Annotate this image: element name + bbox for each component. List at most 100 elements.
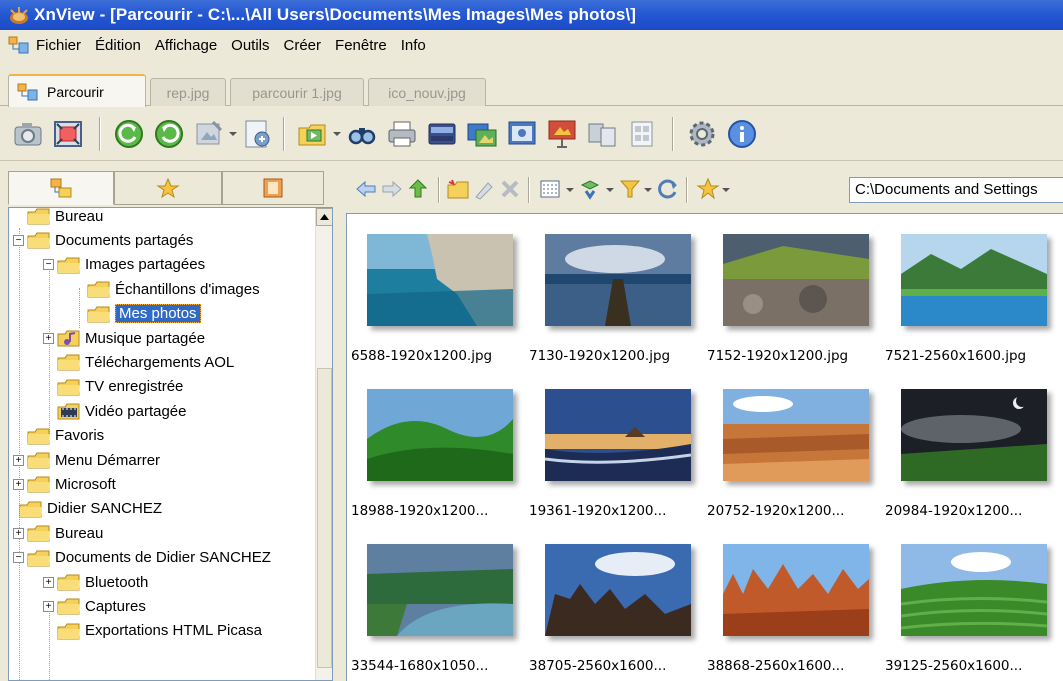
tab-parcourir[interactable]: Parcourir <box>8 74 146 107</box>
thumbnail-item[interactable]: 6588-1920x1200.jpg <box>347 214 525 369</box>
thumbnail-image[interactable] <box>723 389 869 481</box>
thumbnail-image[interactable] <box>901 389 1047 481</box>
filter-icon[interactable] <box>618 177 642 201</box>
expander-toggle-icon[interactable]: + <box>43 332 54 344</box>
tree-node[interactable]: − Images partagées <box>43 253 205 277</box>
tree-node[interactable]: Téléchargements AOL <box>43 350 234 374</box>
thumbnail-item[interactable]: 38705-2560x1600... <box>525 524 703 679</box>
fullscreen-icon[interactable] <box>52 118 84 150</box>
tree-node[interactable]: Favoris <box>13 424 104 448</box>
dropdown-arrow-icon[interactable] <box>722 186 730 194</box>
tree-node[interactable]: + Bureau <box>13 521 103 545</box>
scroll-up-button[interactable] <box>316 208 332 226</box>
tab-parcourir-1-jpg[interactable]: parcourir 1.jpg <box>230 78 364 106</box>
thumbnail-image[interactable] <box>367 544 513 636</box>
thumbnail-image[interactable] <box>367 234 513 326</box>
thumbnail-image[interactable] <box>545 234 691 326</box>
browser-window-icon[interactable] <box>8 35 30 55</box>
tree-node[interactable]: TV enregistrée <box>43 375 183 399</box>
new-folder-icon[interactable] <box>446 177 470 201</box>
refresh-icon[interactable] <box>656 177 680 201</box>
menu-creer[interactable]: Créer <box>284 37 322 54</box>
thumbnail-item[interactable]: 7521-2560x1600.jpg <box>881 214 1059 369</box>
expander-toggle-icon[interactable]: + <box>43 600 54 612</box>
pane-splitter[interactable] <box>334 207 346 681</box>
favorites-tab[interactable] <box>114 171 222 205</box>
forward-arrow-icon[interactable] <box>380 177 404 201</box>
thumbnail-item[interactable]: 39125-2560x1600... <box>881 524 1059 679</box>
address-field[interactable]: C:\Documents and Settings <box>849 177 1063 203</box>
back-arrow-icon[interactable] <box>354 177 378 201</box>
menu-fenetre[interactable]: Fenêtre <box>335 37 387 54</box>
tree-node[interactable]: Échantillons d'images <box>73 277 260 301</box>
tree-node[interactable]: + Microsoft <box>13 472 116 496</box>
slideshow-folder-icon[interactable] <box>297 118 329 150</box>
presentation-icon[interactable] <box>546 118 578 150</box>
tree-node[interactable]: Bureau <box>13 208 103 228</box>
dropdown-arrow-icon[interactable] <box>644 186 652 194</box>
menu-edition[interactable]: Édition <box>95 37 141 54</box>
tree-node[interactable]: + Captures <box>43 594 146 618</box>
capture-icon[interactable] <box>466 118 498 150</box>
expander-toggle-icon[interactable]: + <box>13 478 24 490</box>
thumbnail-image[interactable] <box>545 389 691 481</box>
edit-image-icon[interactable] <box>193 118 225 150</box>
expander-toggle-icon[interactable]: − <box>13 234 24 246</box>
tree-node[interactable]: + Bluetooth <box>43 570 148 594</box>
compare-icon[interactable] <box>586 118 618 150</box>
info-icon[interactable] <box>726 118 758 150</box>
dropdown-arrow-icon[interactable] <box>229 130 237 138</box>
tree-node[interactable]: Mes photos <box>73 302 201 326</box>
expander-toggle-icon[interactable]: − <box>43 259 54 271</box>
thumbnail-item[interactable]: 33544-1680x1050... <box>347 524 525 679</box>
menu-outils[interactable]: Outils <box>231 37 269 54</box>
thumbnail-image[interactable] <box>901 234 1047 326</box>
menu-info[interactable]: Info <box>401 37 426 54</box>
expander-toggle-icon[interactable]: + <box>43 576 54 588</box>
scroll-thumb[interactable] <box>317 368 332 668</box>
camera-icon[interactable] <box>12 118 44 150</box>
thumbnail-image[interactable] <box>723 544 869 636</box>
tree-node[interactable]: + Menu Démarrer <box>13 448 160 472</box>
expander-toggle-icon[interactable]: + <box>13 454 24 466</box>
settings-icon[interactable] <box>686 118 718 150</box>
thumbnail-image[interactable] <box>545 544 691 636</box>
delete-icon[interactable] <box>498 177 522 201</box>
thumbnail-item[interactable]: 19361-1920x1200... <box>525 369 703 524</box>
thumbnail-item[interactable]: 20752-1920x1200... <box>703 369 881 524</box>
tree-node[interactable]: − Documents partagés <box>13 228 193 252</box>
tab-ico-nouv-jpg[interactable]: ico_nouv.jpg <box>368 78 486 106</box>
tree-scrollbar[interactable] <box>315 208 332 680</box>
thumbnail-image[interactable] <box>367 389 513 481</box>
tree-node[interactable]: + Musique partagée <box>43 326 205 350</box>
thumbnail-item[interactable]: 7130-1920x1200.jpg <box>525 214 703 369</box>
rotate-left-icon[interactable] <box>113 118 145 150</box>
expander-toggle-icon[interactable]: − <box>13 552 24 564</box>
dropdown-arrow-icon[interactable] <box>606 186 614 194</box>
tree-node[interactable]: Exportations HTML Picasa <box>43 619 262 643</box>
rotate-right-icon[interactable] <box>153 118 185 150</box>
menu-affichage[interactable]: Affichage <box>155 37 217 54</box>
thumbnail-image[interactable] <box>901 544 1047 636</box>
find-icon[interactable] <box>346 118 378 150</box>
screenshot-icon[interactable] <box>506 118 538 150</box>
sort-icon[interactable] <box>578 177 602 201</box>
scanner-icon[interactable] <box>426 118 458 150</box>
thumbnail-item[interactable]: 38868-2560x1600... <box>703 524 881 679</box>
thumbnail-image[interactable] <box>723 234 869 326</box>
thumbnail-item[interactable]: 18988-1920x1200... <box>347 369 525 524</box>
expander-toggle-icon[interactable]: + <box>13 527 24 539</box>
thumbnail-item[interactable]: 20984-1920x1200... <box>881 369 1059 524</box>
tree-node[interactable]: − Documents de Didier SANCHEZ <box>13 546 271 570</box>
categories-tab[interactable] <box>222 171 324 205</box>
view-mode-icon[interactable] <box>538 177 562 201</box>
parent-folder-icon[interactable] <box>406 177 430 201</box>
rename-icon[interactable] <box>472 177 496 201</box>
tree-node[interactable]: Didier SANCHEZ <box>9 497 162 521</box>
convert-icon[interactable] <box>242 118 274 150</box>
menu-fichier[interactable]: Fichier <box>36 37 81 54</box>
print-icon[interactable] <box>386 118 418 150</box>
dropdown-arrow-icon[interactable] <box>333 130 341 138</box>
thumbnail-item[interactable]: 7152-1920x1200.jpg <box>703 214 881 369</box>
dropdown-arrow-icon[interactable] <box>566 186 574 194</box>
